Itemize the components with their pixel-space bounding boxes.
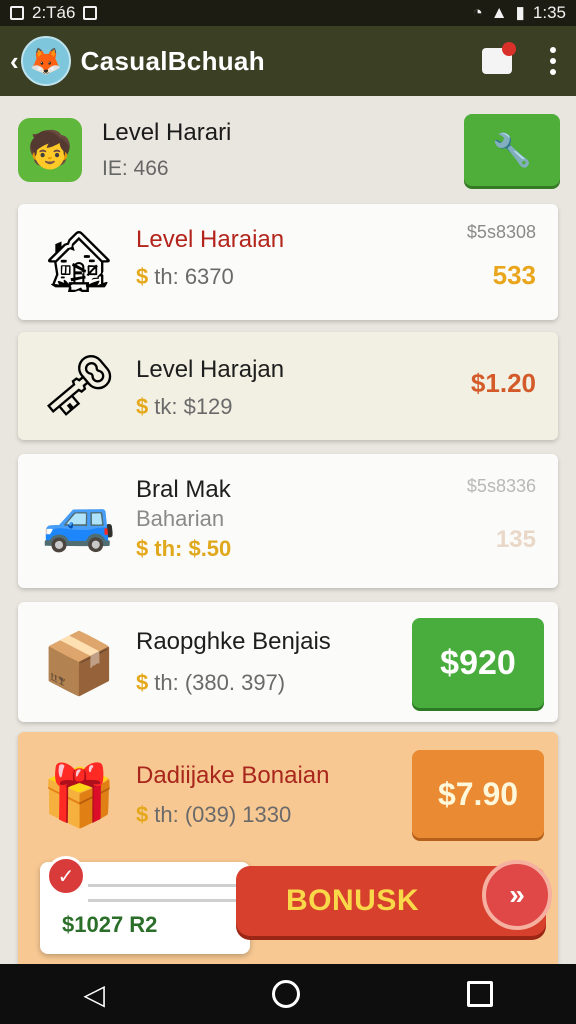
coin-icon: $ (136, 394, 149, 419)
nav-back-icon[interactable]: ◁ (83, 978, 105, 1011)
item-sub-text: th: (380. 397) (154, 670, 286, 695)
battery-icon: ▮ (515, 3, 525, 22)
status-battery-time: 1:35 (532, 3, 566, 22)
buy-button[interactable]: $7.90 (412, 750, 544, 838)
notification-icon (10, 6, 24, 20)
status-time: 2:Tá6 (32, 3, 76, 22)
list-item[interactable]: 🗝 Level Harajan $ tk: $129 $1.20 (18, 332, 558, 440)
item-name: Raopghke Benjais (136, 628, 331, 655)
nav-recent-icon[interactable] (466, 981, 493, 1007)
item-sub: $ th: 6370 (136, 264, 234, 290)
chat-icon[interactable] (482, 42, 516, 74)
treasure-house-icon: 🏚 (40, 227, 118, 295)
signal-icon: ▲ (490, 3, 508, 22)
item-price: 533 (492, 260, 536, 290)
item-sub2: Baharian (136, 506, 225, 531)
app-bar: ‹ 🦊 CasualBchuah (0, 26, 576, 96)
status-bar: 2:Tá6 ◔ ▲ ▮ 1:35 (0, 0, 576, 26)
item-name: Level Harajan (136, 356, 285, 383)
buy-button[interactable]: $920 (412, 618, 544, 708)
list-item[interactable]: 🏚 Level Haraian $ th: 6370 $5s8308 533 (18, 204, 558, 320)
item-sub-text: th: (039) 1330 (154, 802, 292, 827)
item-sub-text: tk: $129 (154, 394, 233, 419)
green-key-icon: 🗝 (40, 351, 118, 419)
gift-character-icon: 🎁 (41, 761, 117, 829)
back-chevron-icon[interactable]: ‹ (10, 46, 19, 77)
promo-value: $1027 R2 (62, 912, 158, 937)
system-nav-bar: ◁ (0, 964, 576, 1024)
crate-icon: 📦 (41, 629, 117, 697)
item-name: Dadiijake Bonaian (136, 762, 330, 789)
list-item[interactable]: 📦 Raopghke Benjais $ th: (380. 397) $920 (18, 602, 558, 722)
item-price: 135 (495, 526, 536, 553)
promo-card[interactable]: ✓ $1027 R2 (40, 856, 250, 954)
promo-lines (88, 884, 238, 914)
more-vert-icon[interactable] (550, 47, 556, 75)
wrench-icon[interactable]: 🔧 (464, 114, 560, 186)
item-sub: $ th: (380. 397) (136, 670, 285, 696)
item-price-top: $5s8308 (466, 222, 536, 242)
robot-car-icon: 🚙 (41, 485, 117, 553)
check-icon: ✓ (46, 856, 86, 896)
list-item[interactable]: 🚙 Bral Mak Baharian $ th: $.50 $5s8336 13… (18, 454, 558, 588)
level-header: 🧒 Level Harari IE: 466 🔧 (18, 108, 562, 192)
level-subtitle: IE: 466 (102, 157, 169, 180)
item-sub: $ th: (039) 1330 (136, 802, 291, 828)
image-icon (83, 6, 98, 20)
app-title: CasualBchuah (80, 45, 265, 76)
skip-icon[interactable]: » (482, 860, 552, 930)
character-avatar-icon: 🧒 (18, 118, 82, 182)
item-name: Bral Mak (136, 476, 231, 503)
item-sub-text: th: 6370 (154, 264, 234, 289)
wifi-icon: ◔ (472, 3, 483, 22)
coin-icon: $ (136, 802, 149, 827)
coin-icon: $ (136, 264, 149, 289)
item-name: Level Haraian (136, 226, 285, 253)
coin-icon: $ (136, 536, 149, 561)
item-sub: $ th: $.50 (136, 536, 231, 562)
item-price: $1.20 (470, 368, 536, 398)
item-sub-text: th: $.50 (154, 536, 232, 561)
coin-icon: $ (136, 670, 149, 695)
item-sub: $ tk: $129 (136, 394, 233, 420)
nav-home-icon[interactable] (271, 980, 300, 1008)
fox-icon[interactable]: 🦊 (20, 36, 71, 86)
level-title: Level Harari (102, 119, 232, 146)
item-price-top: $5s8336 (466, 476, 536, 496)
